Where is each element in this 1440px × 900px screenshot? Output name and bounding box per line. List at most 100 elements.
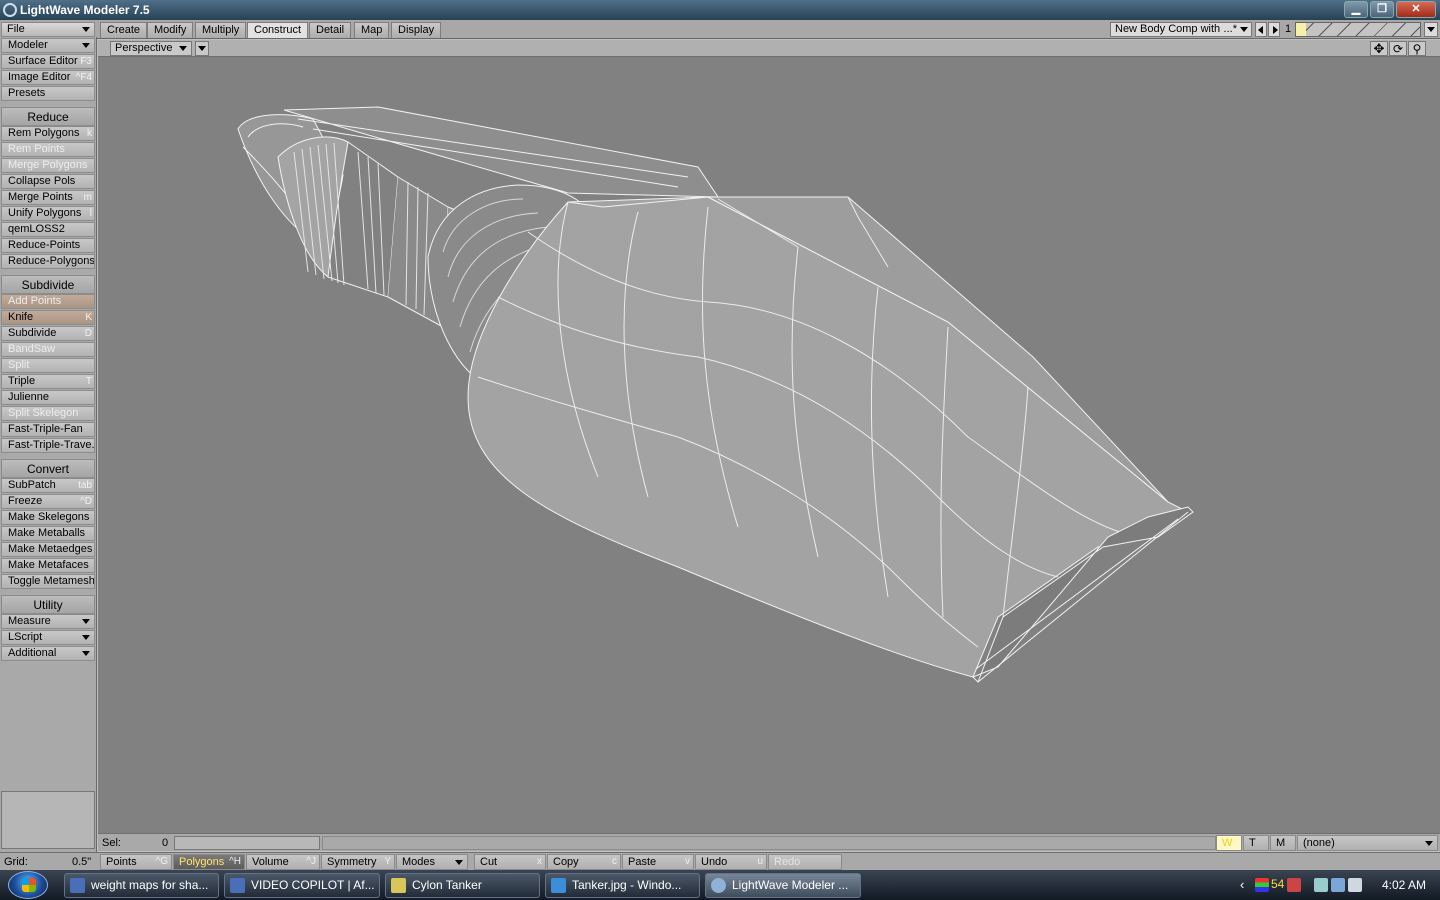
button-label: Make Skelegons xyxy=(8,511,90,523)
tool-unify-polygons[interactable]: Unify Polygons l xyxy=(1,206,95,221)
image-editor-button[interactable]: Image Editor ^F4 xyxy=(1,70,95,85)
vmap-dropdown[interactable]: (none) xyxy=(1297,835,1438,851)
chevron-left-icon[interactable]: ‹ xyxy=(1240,877,1244,892)
tool-fast-triple-trave[interactable]: Fast-Triple-Trave... xyxy=(1,438,95,453)
chevron-down-icon xyxy=(1427,27,1435,32)
taskbar-item-cylon-tanker[interactable]: Cylon Tanker xyxy=(385,873,540,898)
next-layer-button[interactable] xyxy=(1268,22,1280,37)
device-icon[interactable] xyxy=(1314,878,1328,892)
tab-detail[interactable]: Detail xyxy=(309,22,352,38)
shortcut-label: m xyxy=(83,192,92,203)
minimize-icon[interactable]: ▁ xyxy=(1344,1,1368,18)
modes-dropdown[interactable]: Modes xyxy=(396,854,468,870)
tab-create[interactable]: Create xyxy=(100,22,148,38)
meter-icon[interactable] xyxy=(1255,878,1269,892)
shortcut-label: c xyxy=(612,856,617,867)
paste-button[interactable]: Paste v xyxy=(622,854,694,870)
layer-buttons[interactable] xyxy=(1295,22,1421,37)
tab-display[interactable]: Display xyxy=(391,22,442,38)
tool-split-skelegon[interactable]: Split Skelegon xyxy=(1,406,95,421)
taskbar-item-lightwave[interactable]: LightWave Modeler ... xyxy=(705,873,861,898)
tool-additional[interactable]: Additional xyxy=(1,646,95,661)
tool-subpatch[interactable]: SubPatch tab xyxy=(1,478,95,493)
volume-icon[interactable] xyxy=(1348,878,1362,892)
tool-make-skelegons[interactable]: Make Skelegons xyxy=(1,510,95,525)
layer-1-active[interactable] xyxy=(1296,23,1306,36)
bottom-toolbar: Grid: 0.5" Points ^G Polygons ^H Volume ^J … xyxy=(0,852,1440,870)
tool-split[interactable]: Split xyxy=(1,358,95,373)
tool-merge-polygons[interactable]: Merge Polygons xyxy=(1,158,95,173)
view-mode-dropdown[interactable]: Perspective xyxy=(110,41,192,56)
rotate-view-icon[interactable]: ⟳ xyxy=(1389,41,1407,56)
prev-layer-button[interactable] xyxy=(1255,22,1267,37)
tool-fast-triple-fan[interactable]: Fast-Triple-Fan xyxy=(1,422,95,437)
texture-map-button[interactable]: T xyxy=(1243,835,1269,851)
tool-lscript[interactable]: LScript xyxy=(1,630,95,645)
redo-button[interactable]: Redo xyxy=(768,854,842,870)
tool-make-metaballs[interactable]: Make Metaballs xyxy=(1,526,95,541)
grid-value: 0.5" xyxy=(72,856,92,868)
modeler-menu[interactable]: Modeler xyxy=(1,38,95,53)
volume-mode-button[interactable]: Volume ^J xyxy=(246,854,320,870)
presets-button[interactable]: Presets xyxy=(1,86,95,101)
tool-merge-points[interactable]: Merge Points m xyxy=(1,190,95,205)
tab-construct[interactable]: Construct xyxy=(247,22,309,38)
tray-number: 54 xyxy=(1271,877,1285,891)
network-icon[interactable] xyxy=(1331,878,1345,892)
button-label: Toggle Metamesh xyxy=(8,575,95,587)
start-button[interactable] xyxy=(8,871,48,899)
tool-make-metafaces[interactable]: Make Metafaces xyxy=(1,558,95,573)
undo-button[interactable]: Undo u xyxy=(695,854,767,870)
tool-rem-polygons[interactable]: Rem Polygons k xyxy=(1,126,95,141)
layer-menu-button[interactable] xyxy=(1424,22,1438,37)
taskbar-item-video-copilot[interactable]: VIDEO COPILOT | Af... xyxy=(224,873,380,898)
tool-subdivide[interactable]: Subdivide D xyxy=(1,326,95,341)
file-menu[interactable]: File xyxy=(1,22,95,37)
cut-button[interactable]: Cut x xyxy=(474,854,546,870)
tool-julienne[interactable]: Julienne xyxy=(1,390,95,405)
close-icon[interactable]: ✕ xyxy=(1396,1,1436,18)
tab-modify[interactable]: Modify xyxy=(147,22,194,38)
polygons-mode-button[interactable]: Polygons ^H xyxy=(173,854,245,870)
taskbar-item-weight-maps[interactable]: weight maps for sha... xyxy=(64,873,219,898)
tab-map[interactable]: Map xyxy=(354,22,390,38)
symmetry-button[interactable]: Symmetry Y xyxy=(321,854,395,870)
shortcut-label: u xyxy=(757,856,763,867)
body-comp-dropdown[interactable]: New Body Comp with ...* xyxy=(1110,22,1252,37)
points-mode-button[interactable]: Points ^G xyxy=(100,854,172,870)
button-label: SubPatch xyxy=(8,479,56,491)
tool-qemloss2[interactable]: qemLOSS2 xyxy=(1,222,95,237)
windows-taskbar: weight maps for sha... VIDEO COPILOT | A… xyxy=(0,870,1440,900)
tool-add-points[interactable]: Add Points xyxy=(1,294,95,309)
tool-freeze[interactable]: Freeze ^D xyxy=(1,494,95,509)
button-label: Fast-Triple-Trave... xyxy=(8,439,95,451)
taskbar-item-tanker-jpg[interactable]: Tanker.jpg - Windo... xyxy=(545,873,700,898)
tab-multiply[interactable]: Multiply xyxy=(195,22,247,38)
tool-knife[interactable]: Knife K xyxy=(1,310,95,325)
morph-map-button[interactable]: M xyxy=(1270,835,1296,851)
button-label: Rem Points xyxy=(8,143,65,155)
move-view-icon[interactable]: ✥ xyxy=(1370,41,1388,56)
tool-triple[interactable]: Triple T xyxy=(1,374,95,389)
button-label: Modeler xyxy=(8,39,48,51)
tool-reduce-polygons[interactable]: Reduce-Polygons xyxy=(1,254,95,269)
zoom-view-icon[interactable]: ⚲ xyxy=(1408,41,1426,56)
shortcut-label: Y xyxy=(384,856,391,867)
tool-collapse-pols[interactable]: Collapse Pols xyxy=(1,174,95,189)
tool-reduce-points[interactable]: Reduce-Points xyxy=(1,238,95,253)
app-tray-icon[interactable] xyxy=(1287,878,1301,892)
tool-measure[interactable]: Measure xyxy=(1,614,95,629)
tool-panel: Modeler Surface Editor F3 Image Editor ^F4… xyxy=(0,37,97,853)
tab-row: File Create Modify Multiply Construct De… xyxy=(0,20,1440,39)
restore-icon[interactable]: ❐ xyxy=(1370,1,1394,18)
weight-map-button[interactable]: W xyxy=(1216,835,1242,851)
copy-button[interactable]: Copy c xyxy=(547,854,621,870)
render-mode-dropdown[interactable] xyxy=(195,41,209,56)
perspective-viewport[interactable] xyxy=(98,57,1440,833)
clock[interactable]: 4:02 AM xyxy=(1382,878,1426,892)
surface-editor-button[interactable]: Surface Editor F3 xyxy=(1,54,95,69)
tool-rem-points[interactable]: Rem Points xyxy=(1,142,95,157)
tool-make-metaedges[interactable]: Make Metaedges xyxy=(1,542,95,557)
tool-toggle-metamesh[interactable]: Toggle Metamesh xyxy=(1,574,95,589)
tool-bandsaw[interactable]: BandSaw xyxy=(1,342,95,357)
